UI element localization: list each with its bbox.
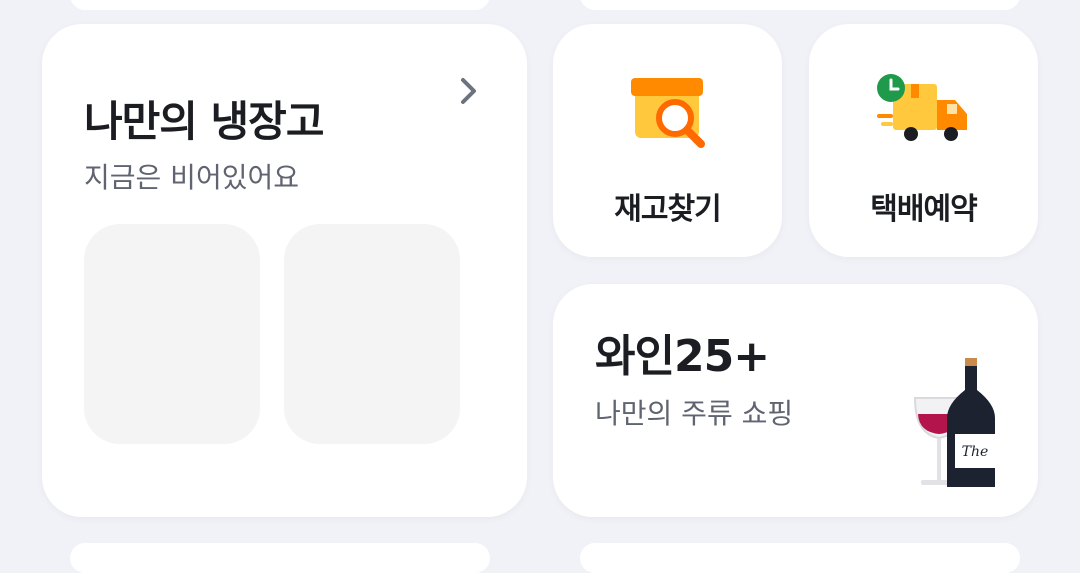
wine-subtitle: 나만의 주류 쇼핑 — [595, 397, 794, 430]
wine-card[interactable]: 와인25+ 나만의 주류 쇼핑 The — [553, 284, 1038, 517]
bottle-label-text: The — [962, 444, 989, 460]
delivery-truck-icon — [877, 74, 967, 141]
parcel-reservation-button[interactable]: 택배예약 — [809, 24, 1038, 257]
stock-search-button[interactable]: 재고찾기 — [553, 24, 782, 257]
fridge-empty-slot — [84, 224, 260, 444]
my-fridge-title: 나만의 냉장고 — [84, 97, 324, 146]
top-card-right-edge — [580, 0, 1020, 10]
top-card-left-edge — [70, 0, 490, 10]
bottom-card-left-edge — [70, 543, 490, 573]
stock-search-label: 재고찾기 — [614, 192, 721, 227]
box-search-icon — [631, 78, 705, 148]
bottom-card-right-edge — [580, 543, 1020, 573]
wine-bottle-glass-icon: The — [913, 358, 995, 487]
wine-title: 와인25+ — [595, 331, 770, 382]
chevron-right-icon[interactable] — [454, 76, 484, 106]
parcel-reservation-label: 택배예약 — [870, 192, 977, 227]
my-fridge-subtitle: 지금은 비어있어요 — [84, 161, 299, 194]
my-fridge-card[interactable]: 나만의 냉장고 지금은 비어있어요 — [42, 24, 527, 517]
fridge-empty-slot — [284, 224, 460, 444]
